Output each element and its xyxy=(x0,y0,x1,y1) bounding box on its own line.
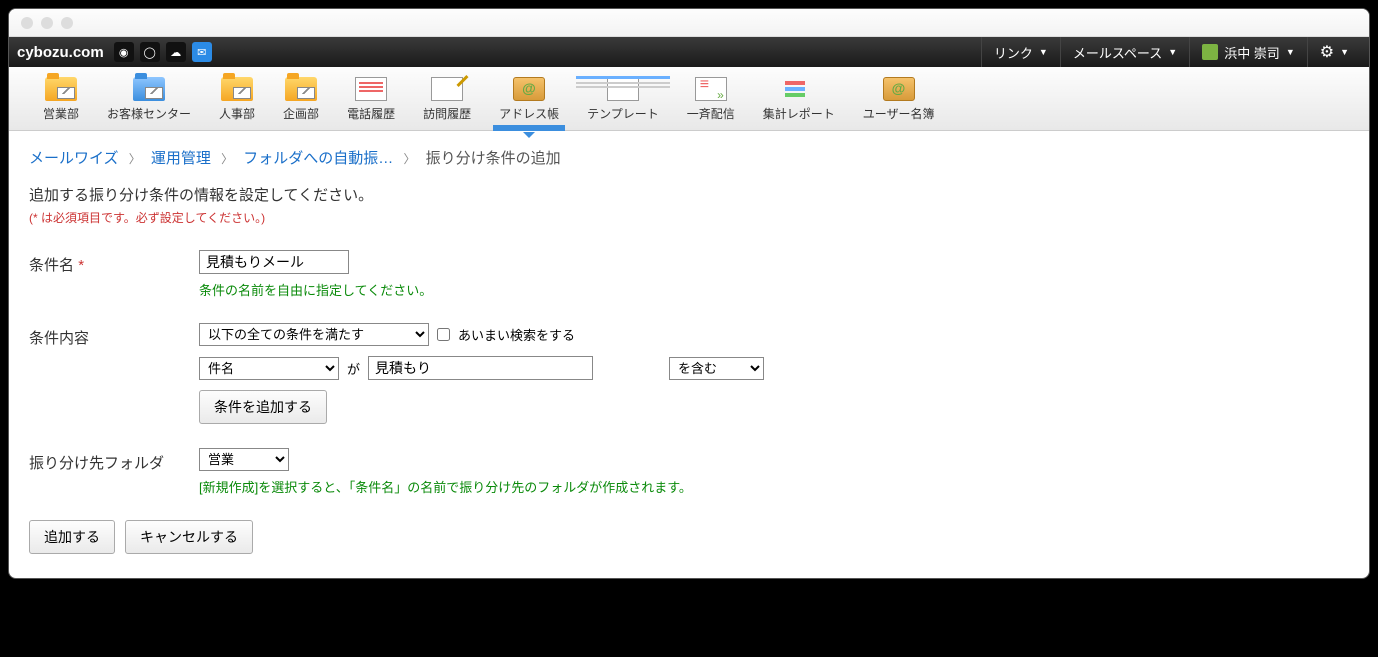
tool-label: 訪問履歴 xyxy=(423,105,471,122)
tool-address-book[interactable]: アドレス帳 xyxy=(485,73,573,130)
tool-label: 企画部 xyxy=(283,105,319,122)
form-actions: 追加する キャンセルする xyxy=(29,520,1349,554)
ga-text: が xyxy=(347,359,360,378)
required-note: (* は必須項目です。必ず設定してください。) xyxy=(29,209,1349,226)
template-icon xyxy=(607,77,639,101)
row-target-folder: 振り分け先フォルダ 営業 [新規作成]を選択すると、「条件名」の名前で振り分け先… xyxy=(29,448,1349,496)
main-toolbar: 営業部 お客様センター 人事部 企画部 電話履歴 訪問履歴 アドレス帳 xyxy=(9,67,1369,131)
mailspace-menu[interactable]: メールスペース ▼ xyxy=(1060,37,1189,67)
operator-select[interactable]: を含む xyxy=(669,357,764,380)
traffic-light-close[interactable] xyxy=(21,17,33,29)
caret-down-icon: ▼ xyxy=(1340,47,1349,57)
mailspace-menu-label: メールスペース xyxy=(1073,43,1162,62)
tool-phone-history[interactable]: 電話履歴 xyxy=(333,73,409,130)
target-folder-select[interactable]: 営業 xyxy=(199,448,289,471)
address-book-icon xyxy=(513,77,545,101)
tool-planning[interactable]: 企画部 xyxy=(269,73,333,130)
user-menu[interactable]: 浜中 崇司 ▼ xyxy=(1189,37,1307,67)
row-condition-name: 条件名 * 条件の名前を自由に指定してください。 xyxy=(29,250,1349,299)
caret-down-icon: ▼ xyxy=(1286,47,1295,57)
link-menu[interactable]: リンク ▼ xyxy=(981,37,1060,67)
caret-down-icon: ▼ xyxy=(1168,47,1177,57)
tool-bulk-send[interactable]: 一斉配信 xyxy=(673,73,749,130)
folder-mail-icon xyxy=(133,77,165,101)
keyword-input[interactable] xyxy=(368,356,593,380)
brand-logo[interactable]: cybozu.com xyxy=(17,44,104,61)
breadcrumb-current: 振り分け条件の追加 xyxy=(426,150,561,167)
match-type-select[interactable]: 以下の全ての条件を満たす xyxy=(199,323,429,346)
bulk-send-icon xyxy=(695,77,727,101)
tool-label: お客様センター xyxy=(107,105,191,122)
submit-button[interactable]: 追加する xyxy=(29,520,115,554)
app-window: cybozu.com ◉ ◯ ☁ ✉ リンク ▼ メールスペース ▼ 浜中 崇司… xyxy=(8,8,1370,579)
tool-label: 人事部 xyxy=(219,105,255,122)
breadcrumb-mailwise[interactable]: メールワイズ xyxy=(29,150,119,167)
tool-label: テンプレート xyxy=(587,105,659,122)
main-content: 追加する振り分け条件の情報を設定してください。 (* は必須項目です。必ず設定し… xyxy=(9,176,1369,578)
folder-mail-icon xyxy=(45,77,77,101)
gear-icon: ⚙ xyxy=(1320,42,1334,62)
tool-label: アドレス帳 xyxy=(499,105,559,122)
active-indicator-icon xyxy=(523,132,535,138)
chevron-right-icon: 〉 xyxy=(221,152,233,166)
window-titlebar xyxy=(9,9,1369,37)
tool-template[interactable]: テンプレート xyxy=(573,73,673,130)
tool-hr[interactable]: 人事部 xyxy=(205,73,269,130)
folder-mail-icon xyxy=(285,77,317,101)
fuzzy-search-label: あいまい検索をする xyxy=(458,325,575,344)
folder-mail-icon xyxy=(221,77,253,101)
fuzzy-search-checkbox[interactable] xyxy=(437,328,450,341)
chevron-right-icon: 〉 xyxy=(129,152,141,166)
tool-customer-center[interactable]: お客様センター xyxy=(93,73,205,130)
tool-label: 電話履歴 xyxy=(347,105,395,122)
tool-report[interactable]: 集計レポート xyxy=(749,73,849,130)
top-app-icons: ◉ ◯ ☁ ✉ xyxy=(114,42,212,62)
tool-sales[interactable]: 営業部 xyxy=(29,73,93,130)
row-condition-content: 条件内容 以下の全ての条件を満たす あいまい検索をする 件名 が xyxy=(29,323,1349,424)
condition-name-hint: 条件の名前を自由に指定してください。 xyxy=(199,280,1349,299)
report-icon xyxy=(783,77,815,101)
app-icon-1[interactable]: ◉ xyxy=(114,42,134,62)
app-icon-2[interactable]: ◯ xyxy=(140,42,160,62)
user-list-icon xyxy=(883,77,915,101)
breadcrumb-autofolder[interactable]: フォルダへの自動振… xyxy=(243,150,393,167)
label-condition-content: 条件内容 xyxy=(29,323,199,348)
tool-label: ユーザー名簿 xyxy=(863,105,935,122)
chevron-right-icon: 〉 xyxy=(403,152,415,166)
target-folder-hint: [新規作成]を選択すると、「条件名」の名前で振り分け先のフォルダが作成されます。 xyxy=(199,477,1349,496)
tool-visit-history[interactable]: 訪問履歴 xyxy=(409,73,485,130)
topbar-right: リンク ▼ メールスペース ▼ 浜中 崇司 ▼ ⚙ ▼ xyxy=(981,37,1361,67)
traffic-light-min[interactable] xyxy=(41,17,53,29)
tool-user-list[interactable]: ユーザー名簿 xyxy=(849,73,949,130)
app-icon-3[interactable]: ☁ xyxy=(166,42,186,62)
required-mark: * xyxy=(78,257,84,274)
avatar-icon xyxy=(1202,44,1218,60)
top-bar: cybozu.com ◉ ◯ ☁ ✉ リンク ▼ メールスペース ▼ 浜中 崇司… xyxy=(9,37,1369,67)
traffic-light-max[interactable] xyxy=(61,17,73,29)
visit-history-icon xyxy=(431,77,463,101)
add-condition-button[interactable]: 条件を追加する xyxy=(199,390,327,424)
label-condition-name: 条件名 * xyxy=(29,250,199,275)
tool-label: 一斉配信 xyxy=(687,105,735,122)
breadcrumb: メールワイズ 〉 運用管理 〉 フォルダへの自動振… 〉 振り分け条件の追加 xyxy=(9,131,1369,176)
page-lead: 追加する振り分け条件の情報を設定してください。 xyxy=(29,184,1349,205)
cancel-button[interactable]: キャンセルする xyxy=(125,520,253,554)
field-select[interactable]: 件名 xyxy=(199,357,339,380)
tool-label: 営業部 xyxy=(43,105,79,122)
settings-menu[interactable]: ⚙ ▼ xyxy=(1307,37,1361,67)
caret-down-icon: ▼ xyxy=(1039,47,1048,57)
condition-name-input[interactable] xyxy=(199,250,349,274)
mail-icon[interactable]: ✉ xyxy=(192,42,212,62)
tool-label: 集計レポート xyxy=(763,105,835,122)
label-target-folder: 振り分け先フォルダ xyxy=(29,448,199,473)
breadcrumb-admin[interactable]: 運用管理 xyxy=(151,150,211,167)
link-menu-label: リンク xyxy=(994,43,1033,62)
user-menu-label: 浜中 崇司 xyxy=(1224,43,1280,62)
phone-history-icon xyxy=(355,77,387,101)
